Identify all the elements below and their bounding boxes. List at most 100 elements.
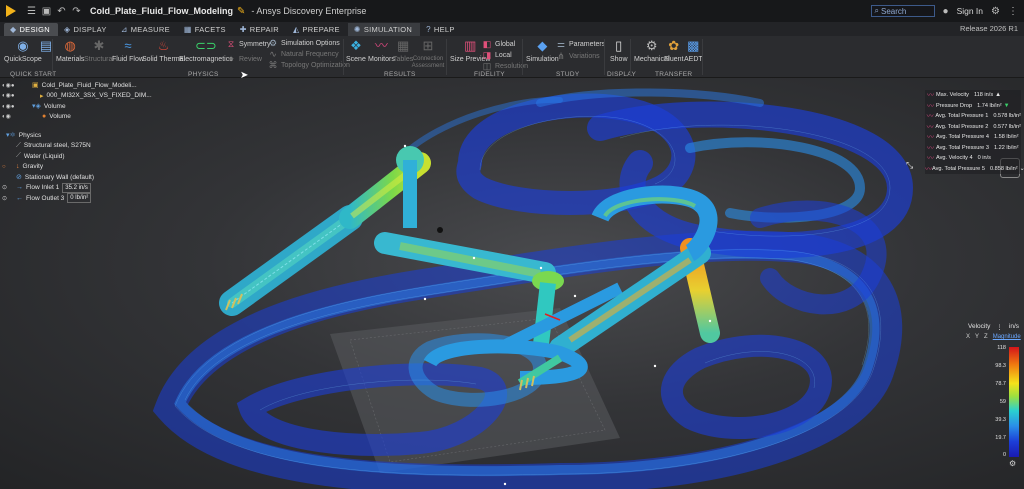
- sign-in-link[interactable]: Sign In: [957, 6, 983, 16]
- inlet-icon: →: [16, 184, 23, 192]
- natural-frequency-button[interactable]: ∿ Natural Frequency: [268, 49, 338, 60]
- tab-repair[interactable]: ✚ Repair: [234, 23, 287, 36]
- tree-item[interactable]: ◐◉ ● Volume: [0, 112, 130, 123]
- suppress-toggle-icon[interactable]: ○: [2, 164, 6, 170]
- tab-prepare[interactable]: ◭ Prepare: [287, 23, 348, 36]
- visibility-toggles-icon[interactable]: ◐◉●: [2, 92, 14, 99]
- local-button[interactable]: ◨ Local: [482, 50, 512, 61]
- physics-tree-item[interactable]: ○ ↓ Gravity: [0, 162, 130, 173]
- fluid-flow-button[interactable]: ≈ Fluid Flow: [112, 38, 144, 63]
- legend-settings-icon[interactable]: ⚙: [1009, 459, 1016, 468]
- component-y[interactable]: Y: [975, 334, 979, 340]
- symmetry-button[interactable]: ⧖ Symmetry: [226, 39, 271, 50]
- legend-options-icon[interactable]: ⋮: [996, 323, 1003, 331]
- tab-facets[interactable]: ▦ Facets: [178, 23, 234, 36]
- parameters-button[interactable]: ⚌ Parameters: [556, 39, 605, 50]
- electromagnetics-button[interactable]: ⊂⊃ Electromagnetics: [179, 38, 233, 63]
- physics-tree-item[interactable]: ⊙ ← Flow Outlet 3 0 lb/in²: [0, 193, 130, 204]
- monitors-button[interactable]: 〰 Monitors: [368, 38, 395, 63]
- monitor-row[interactable]: 〰 Avg. Total Pressure 2 0.577 lb/in²: [925, 122, 1021, 133]
- materials-icon: ◍: [64, 38, 76, 53]
- scene-button[interactable]: ❖ Scene: [346, 38, 366, 63]
- tab-help[interactable]: ? Help: [420, 23, 463, 36]
- tree-item[interactable]: ◐◉● ▣ Cold_Plate_Fluid_Flow_Modeli...: [0, 80, 137, 91]
- physics-tree-item[interactable]: ▾⚛ Physics: [0, 130, 130, 141]
- tab-measure[interactable]: ⊿ Measure: [115, 23, 178, 36]
- tables-button[interactable]: ▦ Tables: [393, 38, 413, 63]
- variations-icon: ⋔: [557, 51, 565, 61]
- visibility-toggles-icon[interactable]: ◐◉●: [2, 82, 14, 89]
- tab-design[interactable]: ◆ Design: [4, 23, 59, 36]
- ribbon-separator: [702, 39, 703, 75]
- materials-button[interactable]: ◍ Materials: [56, 38, 84, 63]
- suppress-toggle-icon[interactable]: ⊙: [2, 184, 7, 191]
- window-controls-icon[interactable]: ⋮: [1008, 6, 1018, 17]
- document-title: Cold_Plate_Fluid_Flow_Modeling: [90, 6, 234, 16]
- flow-outlet-value[interactable]: 0 lb/in²: [67, 193, 92, 204]
- user-icon[interactable]: ●: [943, 6, 949, 17]
- electromagnetics-icon: ⊂⊃: [194, 38, 217, 53]
- ansys-logo[interactable]: [0, 0, 22, 22]
- gear-icon[interactable]: ⚙: [991, 6, 1000, 17]
- quickscope-button[interactable]: ◉ QuickScope: [4, 38, 42, 63]
- monitor-row[interactable]: 〰 Avg. Total Pressure 5 0.858 lb/in² ⌄: [925, 164, 1024, 175]
- monitor-row[interactable]: 〰 Avg. Total Pressure 1 0.578 lb/in²: [925, 111, 1021, 122]
- simulation-study-button[interactable]: ◆ Simulation: [526, 38, 559, 63]
- file-menu-icon[interactable]: ☰: [26, 6, 37, 17]
- graphics-viewport[interactable]: ⤡: [0, 78, 1024, 489]
- global-button[interactable]: ◧ Global: [482, 39, 516, 50]
- suppress-toggle-icon[interactable]: ⊙: [2, 195, 7, 202]
- save-icon[interactable]: ▣: [41, 6, 52, 17]
- view-orientation-icon[interactable]: ⤡: [906, 160, 913, 171]
- tables-icon: ▦: [396, 38, 410, 53]
- physics-tree-item[interactable]: ⊘ Stationary Wall (default): [0, 172, 130, 183]
- ribbon-separator: [522, 39, 523, 75]
- chevron-down-icon[interactable]: ⌄: [1020, 165, 1024, 172]
- scene-icon: ❖: [350, 38, 362, 53]
- group-display: Display: [607, 71, 637, 78]
- wall-icon: ⊘: [16, 174, 22, 182]
- monitor-row[interactable]: 〰 Avg. Total Pressure 4 1.58 lb/in²: [925, 132, 1021, 143]
- topology-icon: ⌘: [268, 60, 278, 70]
- tab-simulation[interactable]: ✺ Simulation: [347, 23, 421, 36]
- review-button[interactable]: ✦ Review: [226, 54, 262, 65]
- component-z[interactable]: Z: [984, 334, 988, 340]
- simulation-options-button[interactable]: ⚙ Simulation Options: [268, 38, 340, 49]
- legend-variable[interactable]: Velocity: [968, 323, 990, 331]
- connection-assessment-button[interactable]: ⊞ Connection Assessment: [412, 38, 445, 70]
- component-magnitude[interactable]: Magnitude: [993, 334, 1021, 340]
- search-placeholder: Search: [881, 6, 907, 16]
- physics-tree-item[interactable]: ⟋ Structural steel, S275N: [0, 141, 130, 152]
- simulation-cube-icon: ◆: [537, 38, 548, 53]
- monitor-row[interactable]: 〰 Max. Velocity 118 in/s ▲: [925, 90, 1021, 101]
- tree-item[interactable]: ◐◉● ▸ 000_MI32X_3SX_VS_FIXED_DIM...: [0, 91, 152, 102]
- tree-item[interactable]: ◐◉● ▾◈ Volume: [0, 101, 130, 112]
- search-input[interactable]: ⌕ Search: [870, 5, 935, 17]
- redo-icon[interactable]: ↷: [71, 6, 82, 17]
- legend-tick: 59: [999, 399, 1006, 405]
- monitor-row[interactable]: 〰 Avg. Total Pressure 3 1.22 lb/in²: [925, 143, 1021, 154]
- legend-unit[interactable]: in/s: [1009, 323, 1019, 331]
- physics-tree-item[interactable]: ⊙ → Flow Inlet 1 35.2 in/s: [0, 182, 130, 194]
- fluent-button[interactable]: ✿ Fluent: [664, 38, 683, 63]
- aedt-button[interactable]: ▩ AEDT: [684, 38, 703, 63]
- visibility-toggles-icon[interactable]: ◐◉: [2, 113, 11, 120]
- visibility-toggles-icon[interactable]: ◐◉●: [2, 103, 14, 110]
- legend-tick: 98.3: [995, 363, 1006, 369]
- tab-display[interactable]: ◈ Display: [58, 23, 115, 36]
- undo-icon[interactable]: ↶: [56, 6, 67, 17]
- ribbon-tabs: ◆ Design ◈ Display ⊿ Measure ▦ Facets ✚ Repai…: [0, 22, 1024, 36]
- color-legend-bar[interactable]: [1009, 347, 1019, 457]
- monitor-row[interactable]: 〰 Pressure Drop 1.74 lb/in² ▼: [925, 101, 1021, 112]
- connection-icon: ⊞: [422, 38, 434, 53]
- show-button[interactable]: ▯ Show: [610, 38, 628, 63]
- variations-button[interactable]: ⋔ Variations: [556, 51, 599, 62]
- flow-inlet-value[interactable]: 35.2 in/s: [62, 182, 91, 193]
- component-x[interactable]: X: [966, 334, 970, 340]
- ribbon-separator: [604, 39, 605, 75]
- monitor-row[interactable]: 〰 Avg. Velocity 40 in/s: [925, 153, 1021, 164]
- physics-tree-item[interactable]: ⟋ Water (Liquid): [0, 151, 130, 162]
- topology-optimization-button[interactable]: ⌘ Topology Optimization: [268, 60, 350, 71]
- monitors-icon: 〰: [374, 38, 388, 53]
- structural-button[interactable]: ✱ Structural: [84, 38, 114, 63]
